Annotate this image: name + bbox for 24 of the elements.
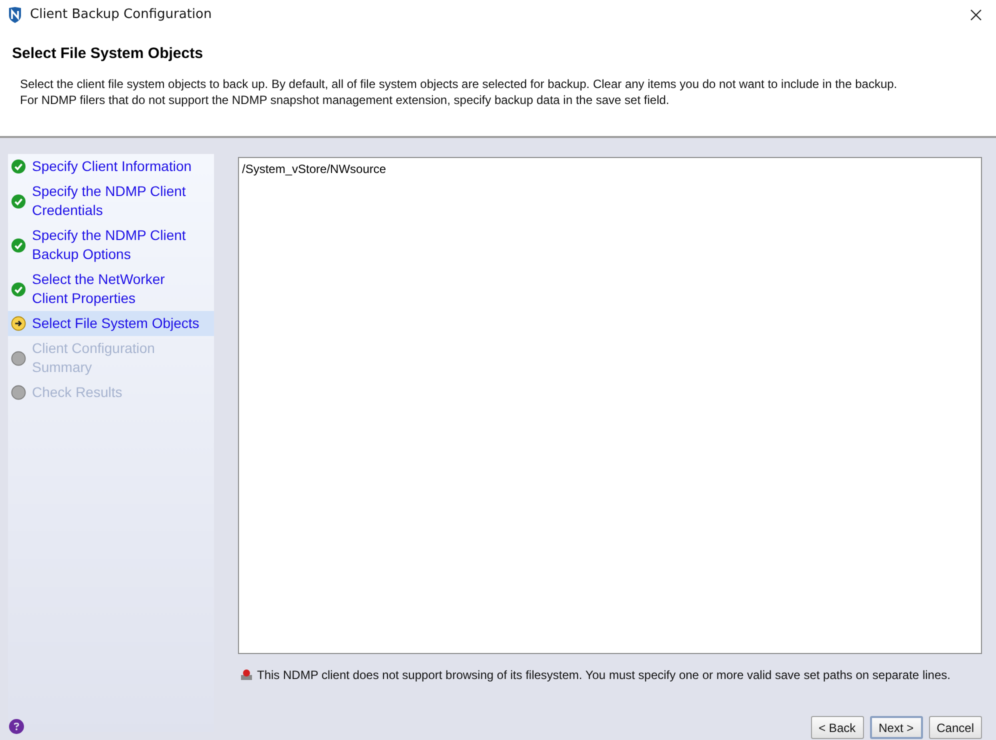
page-title: Select File System Objects [12, 44, 204, 64]
warning-text: This NDMP client does not support browsing of its filesystem. You must specify one or more valid save set paths on separate lines. [257, 667, 950, 684]
check-icon [11, 194, 26, 208]
wizard-step[interactable]: Specify the NDMP Client Backup Options [8, 223, 214, 267]
wizard-step[interactable]: Specify Client Information [8, 154, 214, 179]
check-icon [11, 159, 26, 174]
wizard-step[interactable]: Specify the NDMP Client Credentials [8, 179, 214, 223]
window-title: Client Backup Configuration [30, 6, 212, 24]
circle-icon [11, 385, 26, 400]
description-text: Select the client file system objects to back up. By default, all of file system objects are selected for backup. Clear any items you do not want to include in the backup. [20, 76, 898, 92]
shield-logo-icon [8, 7, 22, 23]
help-icon[interactable] [9, 719, 24, 734]
error-icon [240, 669, 253, 681]
close-icon [970, 9, 982, 21]
check-icon [11, 282, 26, 296]
description-text: For NDMP filers that do not support the NDMP snapshot management extension, specify backup data in the save set field. [20, 92, 670, 108]
wizard-step[interactable]: Select File System Objects [8, 311, 214, 336]
save-set-field[interactable]: /System_vStore/NWsource [238, 157, 982, 654]
circle-icon [11, 350, 26, 366]
wizard-step[interactable]: Select the NetWorker Client Properties [8, 267, 214, 311]
check-icon [11, 238, 26, 252]
wizard-button[interactable]: Cancel [928, 716, 982, 739]
wizard-button[interactable]: < Back [810, 716, 864, 739]
wizard-button[interactable]: Next > [870, 716, 923, 739]
